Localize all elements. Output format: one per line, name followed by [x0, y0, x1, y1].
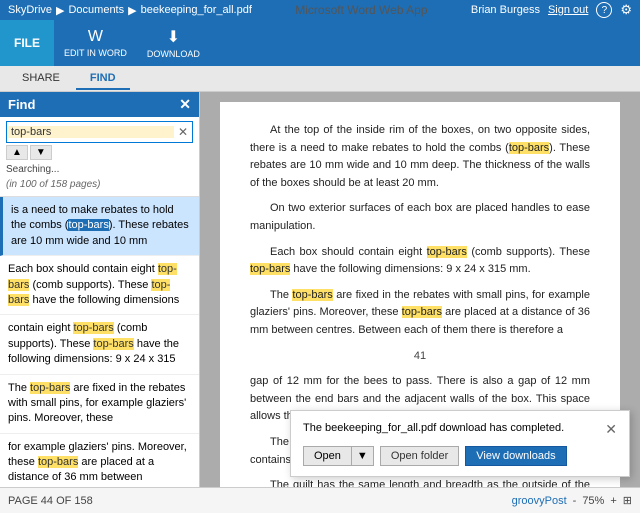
- open-folder-button[interactable]: Open folder: [380, 446, 459, 466]
- search-nav: ▲ ▼: [6, 143, 193, 162]
- top-bar: SkyDrive ▶ Documents ▶ beekeeping_for_al…: [0, 0, 640, 20]
- search-clear-button[interactable]: ✕: [174, 123, 192, 141]
- download-button[interactable]: ⬇ DOWNLOAD: [137, 20, 210, 66]
- doc-paragraph: The top-bars are fixed in the rebates wi…: [250, 287, 590, 340]
- user-name: Brian Burgess: [471, 4, 540, 16]
- highlight: top-bars: [292, 289, 332, 301]
- highlight: top-bars: [93, 338, 133, 350]
- doc-paragraph: On two exterior surfaces of each box are…: [250, 200, 590, 235]
- highlight: top-bars: [509, 142, 549, 154]
- results-list: is a need to make rebates to hold the co…: [0, 197, 199, 487]
- toolbar: FILE W EDIT IN WORD ⬇ DOWNLOAD: [0, 20, 640, 66]
- groovy-post-brand: groovyPost: [512, 495, 567, 507]
- open-dropdown-button[interactable]: ▼: [351, 446, 374, 466]
- search-input-row: ✕: [6, 121, 193, 143]
- top-bar-right: Brian Burgess Sign out ? ⚙: [471, 2, 632, 18]
- page-footer: PAGE 44 OF 158 groovyPost - 75% + ⊞: [0, 487, 640, 513]
- skydrive-link[interactable]: SkyDrive: [8, 4, 52, 16]
- tab-share[interactable]: SHARE: [8, 68, 74, 90]
- zoom-in-button[interactable]: +: [610, 495, 616, 507]
- doc-paragraph: Each box should contain eight top-bars (…: [250, 244, 590, 279]
- breadcrumb-sep2: ▶: [128, 4, 136, 17]
- signout-link[interactable]: Sign out: [548, 4, 588, 16]
- highlight: top-bars: [30, 382, 70, 394]
- search-count-text: (in 100 of 158 pages): [6, 177, 193, 192]
- download-icon: ⬇: [167, 27, 180, 47]
- download-notification: The beekeeping_for_all.pdf download has …: [290, 410, 630, 477]
- top-bar-left: SkyDrive ▶ Documents ▶ beekeeping_for_al…: [8, 4, 252, 17]
- tab-find[interactable]: FIND: [76, 68, 130, 90]
- notif-text: The beekeeping_for_all.pdf download has …: [303, 421, 597, 436]
- page-info: PAGE 44 OF 158: [8, 495, 93, 507]
- highlight: top-bars: [250, 263, 290, 275]
- settings-icon[interactable]: ⚙: [620, 2, 632, 18]
- breadcrumb-documents[interactable]: Documents: [68, 4, 124, 16]
- file-button[interactable]: FILE: [0, 20, 54, 66]
- zoom-level: 75%: [582, 495, 604, 507]
- main-layout: Find ✕ ✕ ▲ ▼ Searching... (in 100 of 158…: [0, 92, 640, 487]
- notif-buttons: Open ▼ Open folder View downloads: [303, 446, 617, 466]
- find-title: Find: [8, 97, 35, 112]
- list-item[interactable]: for example glaziers' pins. Moreover, th…: [0, 434, 199, 487]
- list-item[interactable]: is a need to make rebates to hold the co…: [0, 197, 199, 256]
- breadcrumb-sep1: ▶: [56, 4, 64, 17]
- list-item[interactable]: Each box should contain eight top-bars (…: [0, 256, 199, 315]
- breadcrumb-file: beekeeping_for_all.pdf: [141, 4, 252, 16]
- open-split-button: Open ▼: [303, 446, 374, 466]
- highlight: top-bars: [402, 306, 442, 318]
- zoom-out-button[interactable]: -: [573, 495, 577, 507]
- edit-in-word-button[interactable]: W EDIT IN WORD: [54, 20, 137, 66]
- content-area: At the top of the inside rim of the boxe…: [200, 92, 640, 487]
- doc-paragraph: The quilt has the same length and breadt…: [250, 477, 590, 487]
- fit-page-icon[interactable]: ⊞: [623, 494, 632, 507]
- highlight: top-bars: [427, 246, 467, 258]
- list-item[interactable]: contain eight top-bars (comb supports). …: [0, 315, 199, 374]
- find-panel: Find ✕ ✕ ▲ ▼ Searching... (in 100 of 158…: [0, 92, 200, 487]
- open-button[interactable]: Open: [303, 446, 351, 466]
- search-input[interactable]: [7, 126, 174, 138]
- doc-paragraph: At the top of the inside rim of the boxe…: [250, 122, 590, 192]
- highlight: top-bars: [8, 279, 170, 306]
- tab-bar: SHARE FIND: [0, 66, 640, 92]
- view-downloads-button[interactable]: View downloads: [465, 446, 566, 466]
- help-icon[interactable]: ?: [596, 2, 612, 18]
- app-title: Microsoft Word Web App: [252, 3, 471, 17]
- highlight: top-bars: [73, 322, 113, 334]
- highlight: top-bars: [68, 219, 108, 231]
- search-box: ✕ ▲ ▼ Searching... (in 100 of 158 pages): [0, 117, 199, 197]
- highlight: top-bars: [38, 456, 78, 468]
- search-up-button[interactable]: ▲: [6, 145, 28, 160]
- find-header: Find ✕: [0, 92, 199, 117]
- search-searching-text: Searching...: [6, 162, 193, 177]
- word-icon: W: [88, 28, 103, 46]
- notif-header: The beekeeping_for_all.pdf download has …: [303, 421, 617, 438]
- page-number: 41: [250, 348, 590, 366]
- search-down-button[interactable]: ▼: [30, 145, 52, 160]
- list-item[interactable]: The top-bars are fixed in the rebates wi…: [0, 375, 199, 434]
- find-close-button[interactable]: ✕: [179, 96, 191, 113]
- notif-close-button[interactable]: ✕: [605, 421, 617, 438]
